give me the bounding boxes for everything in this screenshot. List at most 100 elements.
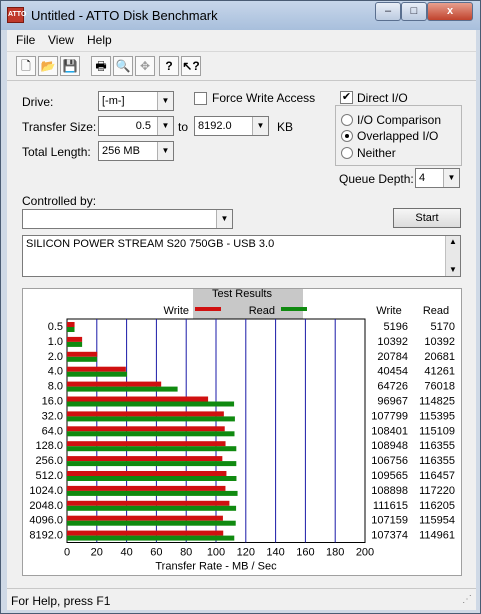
menu-view[interactable]: View [48,33,74,47]
write-bar [67,471,227,476]
write-bar [67,485,226,491]
y-tick-label: 32.0 [42,410,63,422]
write-value: 106756 [371,455,408,467]
controlled-by-label: Controlled by: [22,194,97,208]
write-bar [67,500,230,506]
chevron-down-icon: ▼ [252,117,268,135]
write-value: 107799 [371,410,408,422]
read-value: 76018 [424,381,455,393]
save-icon[interactable]: 💾 [60,56,80,76]
direct-io-checkbox[interactable]: ✔ [340,91,353,104]
results-chart: HW LegendTest ResultsWriteReadWriteRead0… [29,280,455,573]
write-bar [67,351,98,357]
y-tick-label: 16.0 [42,396,63,408]
io-comparison-label: I/O Comparison [357,113,442,127]
read-value: 5170 [431,321,455,333]
help-icon[interactable]: ? [159,56,179,76]
minimize-button[interactable]: – [375,2,401,21]
read-bar [67,416,235,422]
write-column-header: Write [376,305,401,317]
force-write-label: Force Write Access [212,91,316,105]
description-textarea[interactable]: SILICON POWER STREAM S20 750GB - USB 3.0… [22,235,461,277]
print-preview-icon[interactable]: 🔍 [113,56,133,76]
x-tick-label: 100 [207,547,225,559]
y-tick-label: 2048.0 [29,500,63,512]
y-tick-label: 64.0 [42,425,63,437]
x-tick-label: 140 [266,547,284,559]
write-bar [67,456,223,462]
write-value: 96967 [377,396,408,408]
atto-app-icon[interactable]: ATTO [7,7,26,23]
status-bar: For Help, press F1 ⋰ [7,588,476,610]
write-bar [67,530,224,536]
context-help-icon[interactable]: ↖? [181,56,201,76]
read-value: 114825 [419,396,455,408]
overlapped-io-label: Overlapped I/O [357,129,439,143]
scroll-down-icon[interactable]: ▼ [446,264,460,276]
read-column-header: Read [423,305,449,317]
read-bar [67,386,178,392]
neither-label: Neither [357,146,396,160]
open-icon[interactable]: 📂 [38,56,58,76]
description-scrollbar[interactable]: ▲ ▼ [445,236,460,276]
y-tick-label: 0.5 [48,321,63,333]
write-value: 40454 [377,366,408,378]
chevron-down-icon: ▼ [216,210,232,228]
write-value: 20784 [377,351,408,363]
queue-depth-label: Queue Depth: [339,172,414,186]
move-icon[interactable]: ✥ [135,56,155,76]
queue-depth-select[interactable]: 4 ▼ [415,168,460,188]
transfer-to-select[interactable]: 8192.0 ▼ [194,116,269,136]
y-tick-label: 512.0 [35,470,63,482]
write-value: 108401 [371,425,408,437]
x-tick-label: 40 [120,547,132,559]
new-icon[interactable]: 🗋 [16,56,36,76]
drive-select[interactable]: [-m-] ▼ [98,91,174,111]
menu-file[interactable]: File [16,33,35,47]
read-bar [67,356,98,362]
to-label: to [178,120,189,134]
read-bar [67,341,83,347]
x-tick-label: 200 [356,547,374,559]
read-value: 117220 [419,485,455,497]
controlled-by-select[interactable]: ▼ [22,209,233,229]
read-value: 20681 [424,351,455,363]
read-bar [67,431,235,437]
write-value: 107159 [371,515,408,527]
y-tick-label: 128.0 [35,440,63,452]
scroll-up-icon[interactable]: ▲ [446,236,460,248]
write-value: 10392 [377,336,408,348]
menu-help[interactable]: Help [87,33,112,47]
write-value: 108948 [371,440,408,452]
drive-label: Drive: [22,95,54,109]
transfer-from-select[interactable]: 0.5 ▼ [98,116,174,136]
chevron-down-icon: ▼ [443,169,459,187]
force-write-checkbox[interactable] [194,92,207,105]
kb-unit-label: KB [277,120,294,134]
maximize-button[interactable]: □ [401,2,427,21]
write-value: 64726 [377,381,408,393]
results-panel: HW LegendTest ResultsWriteReadWriteRead0… [22,280,462,576]
resize-grip-icon[interactable]: ⋰ [462,594,472,605]
read-bar [67,401,235,407]
print-icon[interactable]: 🖶 [91,56,111,76]
close-button[interactable]: x [427,2,473,21]
status-text: For Help, press F1 [11,594,111,608]
neither-radio[interactable] [341,147,353,159]
io-comparison-radio[interactable] [341,114,353,126]
total-length-select[interactable]: 256 MB ▼ [98,141,174,161]
title-bar[interactable]: ATTO Untitled - ATTO Disk Benchmark – □ … [1,1,480,30]
x-tick-label: 160 [296,547,314,559]
total-length-label: Total Length: [22,145,91,159]
y-tick-label: 2.0 [48,351,63,363]
y-tick-label: 8192.0 [29,530,63,542]
chevron-down-icon: ▼ [157,142,173,160]
overlapped-io-radio[interactable] [341,130,353,142]
description-text: SILICON POWER STREAM S20 750GB - USB 3.0 [26,238,275,250]
read-bar [67,461,237,467]
x-axis-label: Transfer Rate - MB / Sec [155,561,277,573]
read-value: 116355 [419,440,455,452]
write-bar [67,426,225,432]
start-button[interactable]: Start [393,208,461,228]
write-bar [67,336,83,342]
